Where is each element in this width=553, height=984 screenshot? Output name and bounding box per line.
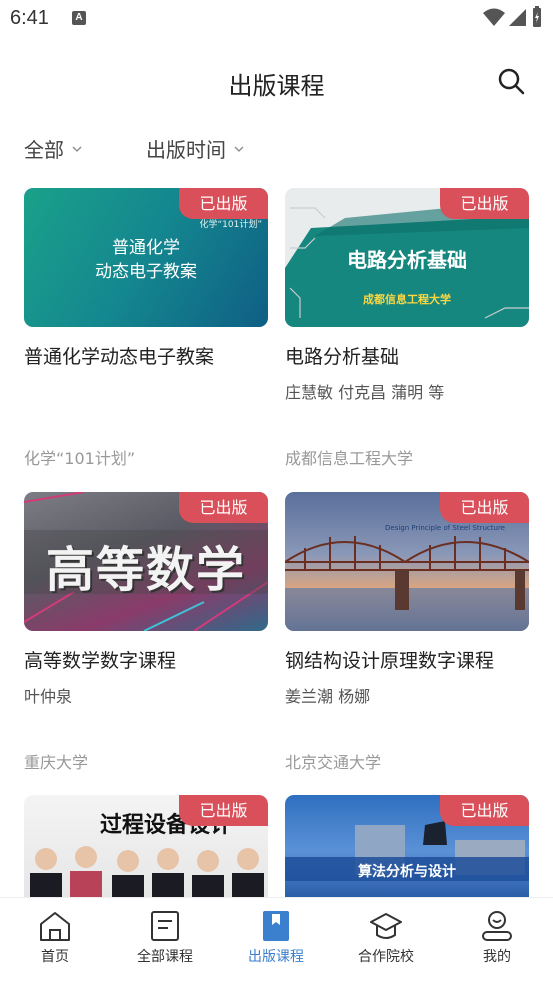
course-institution: 重庆大学 bbox=[24, 753, 89, 772]
tab-partner-schools-label: 合作院校 bbox=[358, 949, 414, 965]
cover-title-line2: 动态电子教案 bbox=[95, 262, 197, 282]
tab-profile-label: 我的 bbox=[483, 949, 511, 965]
tab-partner-schools[interactable]: 合作院校 bbox=[331, 910, 441, 966]
page-header: 出版课程 bbox=[0, 55, 553, 107]
battery-icon bbox=[533, 6, 541, 27]
course-cover: 过程设备设计 已出版 bbox=[24, 795, 268, 897]
published-badge: 已出版 bbox=[179, 795, 268, 826]
tab-all-courses-label: 全部课程 bbox=[137, 949, 193, 965]
cover-title: 算法分析与设计 bbox=[358, 864, 456, 880]
cover-title: 高等数学 bbox=[45, 542, 246, 598]
tab-home-label: 首页 bbox=[41, 949, 69, 965]
published-badge: 已出版 bbox=[179, 188, 268, 219]
wifi-icon bbox=[483, 8, 505, 26]
course-title: 高等数学数字课程 bbox=[24, 650, 177, 672]
course-cover: 算法分析与设计 已出版 bbox=[285, 795, 529, 897]
school-icon bbox=[370, 913, 402, 939]
course-title: 普通化学动态电子教案 bbox=[24, 346, 215, 368]
tab-profile[interactable]: 我的 bbox=[442, 910, 552, 966]
profile-icon bbox=[482, 911, 512, 941]
page-title: 出版课程 bbox=[228, 72, 325, 100]
course-author: 姜兰潮 杨娜 bbox=[285, 687, 371, 706]
signal-icon bbox=[509, 9, 526, 26]
course-author: 庄慧敏 付克昌 蒲明 等 bbox=[285, 383, 445, 402]
tab-published-courses-label: 出版课程 bbox=[248, 949, 304, 965]
home-icon bbox=[40, 912, 70, 941]
filter-category[interactable]: 全部 bbox=[24, 134, 82, 163]
status-time: 6:41 bbox=[10, 7, 49, 29]
tab-all-courses[interactable]: 全部课程 bbox=[110, 910, 220, 966]
cover-subtitle: 成都信息工程大学 bbox=[363, 293, 451, 306]
status-bar: 6:41 A bbox=[0, 0, 553, 38]
filter-publish-time-label: 出版时间 bbox=[146, 138, 226, 162]
course-card[interactable]: 高等数学 已出版 高等数学数字课程 叶仲泉 重庆大学 bbox=[24, 492, 268, 772]
course-institution: 成都信息工程大学 bbox=[285, 449, 414, 468]
course-institution: 化学“101计划” bbox=[24, 449, 136, 468]
cover-title-line1: 普通化学 bbox=[112, 238, 180, 258]
course-cover: Design Principle of Steel Structure 已出版 bbox=[285, 492, 529, 631]
course-cover: 电路分析基础 成都信息工程大学 已出版 bbox=[285, 188, 529, 327]
course-institution: 北京交通大学 bbox=[285, 753, 382, 772]
course-card[interactable]: 算法分析与设计 已出版 bbox=[285, 795, 529, 897]
published-badge: 已出版 bbox=[179, 492, 268, 523]
course-card[interactable]: 过程设备设计 已出版 bbox=[24, 795, 268, 897]
course-card[interactable]: 电路分析基础 成都信息工程大学 已出版 电路分析基础 庄慧敏 付克昌 蒲明 等 … bbox=[285, 188, 529, 468]
course-title: 钢结构设计原理数字课程 bbox=[285, 650, 495, 672]
course-list-icon bbox=[151, 911, 179, 941]
published-badge: 已出版 bbox=[440, 188, 529, 219]
bookmark-icon bbox=[263, 911, 289, 941]
tab-home[interactable]: 首页 bbox=[0, 910, 110, 966]
notification-icon: A bbox=[72, 11, 86, 25]
filter-category-label: 全部 bbox=[24, 138, 64, 162]
cover-title: 电路分析基础 bbox=[347, 248, 467, 272]
status-icons bbox=[483, 6, 543, 28]
course-title: 电路分析基础 bbox=[285, 346, 400, 368]
filter-bar: 全部 出版时间 bbox=[0, 134, 553, 164]
tab-published-courses[interactable]: 出版课程 bbox=[221, 910, 331, 966]
published-badge: 已出版 bbox=[440, 795, 529, 826]
bottom-tab-bar: 首页 全部课程 出版课程 合作院校 我的 bbox=[0, 897, 553, 984]
search-icon[interactable] bbox=[497, 67, 525, 95]
course-author: 叶仲泉 bbox=[24, 687, 73, 706]
chevron-down-icon bbox=[234, 146, 244, 152]
cover-english-title: Design Principle of Steel Structure bbox=[385, 524, 505, 532]
course-card[interactable]: 化学“101计划” 普通化学 动态电子教案 已出版 普通化学动态电子教案 化学“… bbox=[24, 188, 268, 468]
course-card[interactable]: Design Principle of Steel Structure 已出版 … bbox=[285, 492, 529, 772]
filter-publish-time[interactable]: 出版时间 bbox=[146, 134, 244, 163]
course-cover: 化学“101计划” 普通化学 动态电子教案 已出版 bbox=[24, 188, 268, 327]
published-badge: 已出版 bbox=[440, 492, 529, 523]
course-cover: 高等数学 已出版 bbox=[24, 492, 268, 631]
chevron-down-icon bbox=[72, 146, 82, 152]
